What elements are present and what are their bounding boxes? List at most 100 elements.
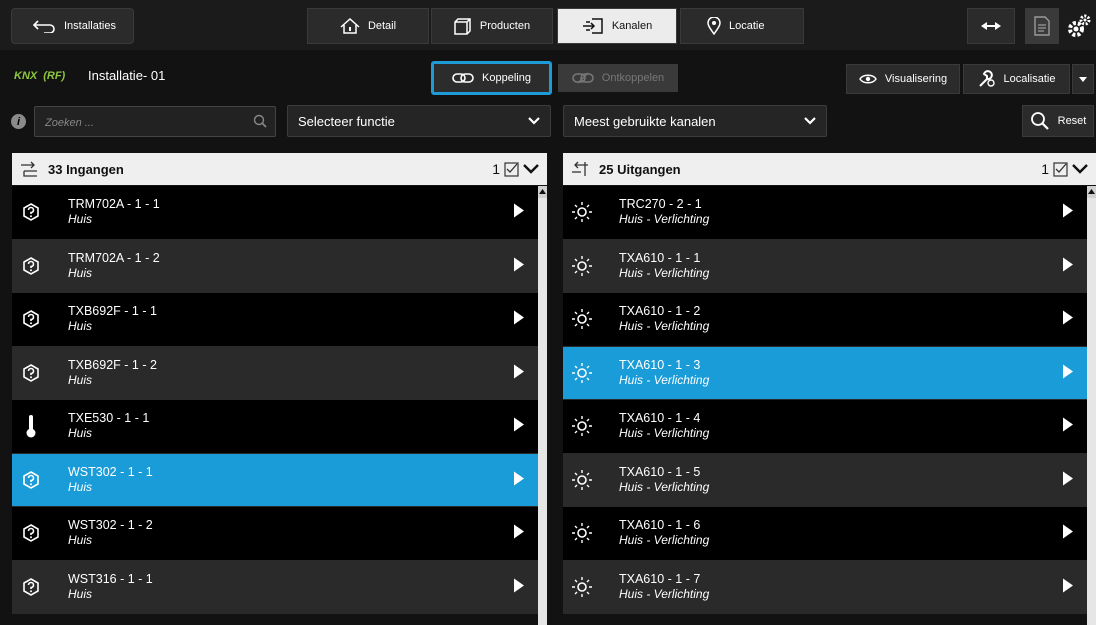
output-channel-row[interactable]: TRC270 - 2 - 1 Huis - Verlichting: [563, 186, 1087, 240]
tab-kanalen[interactable]: Kanalen: [557, 8, 677, 44]
input-channel-row[interactable]: WST302 - 1 - 2 Huis: [12, 507, 538, 561]
row-subtitle: Huis - Verlichting: [619, 533, 710, 548]
search-input[interactable]: [43, 113, 247, 133]
input-arrow-icon: [20, 161, 38, 177]
inputs-select-count: 1: [492, 161, 500, 177]
question-icon: [12, 577, 50, 596]
search-icon: [253, 114, 267, 128]
expand-arrow-icon[interactable]: [1063, 578, 1073, 595]
functie-select[interactable]: Selecteer functie: [287, 105, 551, 137]
row-title: TXA610 - 1 - 5: [619, 464, 701, 479]
location-pin-icon: [707, 17, 721, 35]
scroll-up-arrow[interactable]: [538, 186, 547, 198]
document-button[interactable]: [1025, 8, 1059, 44]
search-field[interactable]: [34, 106, 276, 137]
back-label: Installaties: [64, 20, 116, 32]
expand-arrow-icon[interactable]: [514, 203, 524, 221]
row-subtitle: Huis: [68, 479, 93, 494]
sync-button[interactable]: [967, 8, 1015, 44]
expand-arrow-icon[interactable]: [514, 310, 524, 328]
expand-arrow-icon[interactable]: [1063, 310, 1073, 328]
tab-locatie[interactable]: Locatie: [680, 8, 804, 44]
row-subtitle: Huis - Verlichting: [619, 265, 710, 280]
row-title: TRC270 - 2 - 1: [619, 197, 702, 212]
output-channel-row[interactable]: TXA610 - 1 - 1 Huis - Verlichting: [563, 239, 1087, 293]
row-text: TRM702A - 1 - 1 Huis: [68, 197, 160, 227]
expand-arrow-icon[interactable]: [1063, 364, 1073, 381]
expand-arrow-icon[interactable]: [514, 364, 524, 381]
outputs-scrollbar[interactable]: [1087, 186, 1096, 625]
ontkoppelen-button[interactable]: Ontkoppelen: [558, 64, 678, 92]
expand-arrow-icon[interactable]: [1063, 257, 1073, 274]
row-title: TXA610 - 1 - 3: [619, 357, 701, 372]
row-text: TRM702A - 1 - 2 Huis: [68, 251, 160, 281]
row-title: TXA610 - 1 - 2: [619, 304, 701, 319]
koppeling-button[interactable]: Koppeling: [431, 61, 552, 95]
installation-name: Installatie- 01: [88, 68, 166, 83]
row-title: TXA610 - 1 - 1: [619, 250, 701, 265]
outputs-select-control[interactable]: 1: [1041, 161, 1088, 177]
light-icon: [563, 362, 601, 384]
input-channel-row[interactable]: TXB692F - 1 - 1 Huis: [12, 293, 538, 347]
expand-arrow-icon[interactable]: [514, 257, 524, 274]
caret-down-icon: [1079, 76, 1087, 82]
row-text: TXA610 - 1 - 7 Huis - Verlichting: [619, 572, 709, 602]
tab-detail[interactable]: Detail: [307, 8, 429, 44]
chevron-down-icon: [804, 117, 816, 125]
output-channel-row[interactable]: TXA610 - 1 - 3 Huis - Verlichting: [563, 346, 1087, 400]
box-icon: [454, 17, 472, 35]
row-title: WST302 - 1 - 2: [68, 518, 153, 533]
localisatie-dropdown-button[interactable]: [1072, 64, 1094, 94]
output-channel-row[interactable]: TXA610 - 1 - 6 Huis - Verlichting: [563, 507, 1087, 561]
localisatie-button[interactable]: Localisatie: [963, 64, 1070, 94]
kanalen-filter-select[interactable]: Meest gebruikte kanalen: [563, 105, 827, 137]
back-to-installaties-button[interactable]: Installaties: [11, 8, 134, 44]
tab-producten-label: Producten: [479, 20, 531, 32]
expand-arrow-icon[interactable]: [1063, 524, 1073, 542]
expand-arrow-icon[interactable]: [514, 417, 524, 435]
row-subtitle: Huis - Verlichting: [619, 586, 710, 601]
output-channel-row[interactable]: TXA610 - 1 - 7 Huis - Verlichting: [563, 560, 1087, 614]
inputs-panel-header: 33 Ingangen 1: [12, 153, 547, 185]
output-arrow-icon: [571, 161, 589, 177]
settings-gears-icon[interactable]: [1066, 12, 1092, 40]
eye-icon: [859, 73, 877, 85]
row-text: WST302 - 1 - 2 Huis: [68, 518, 153, 548]
expand-arrow-icon[interactable]: [1063, 471, 1073, 488]
inputs-list: TRM702A - 1 - 1 Huis TRM702A - 1 - 2 Huis TX…: [12, 186, 538, 625]
scroll-up-arrow[interactable]: [1087, 186, 1096, 198]
expand-arrow-icon[interactable]: [514, 471, 524, 488]
localisatie-label: Localisatie: [1003, 73, 1056, 85]
input-channel-row[interactable]: TXB692F - 1 - 2 Huis: [12, 346, 538, 400]
row-subtitle: Huis: [68, 533, 93, 548]
output-channel-row[interactable]: TXA610 - 1 - 4 Huis - Verlichting: [563, 400, 1087, 454]
row-text: TXA610 - 1 - 1 Huis - Verlichting: [619, 251, 709, 281]
inputs-scrollbar[interactable]: [538, 186, 547, 625]
input-channel-row[interactable]: WST316 - 1 - 1 Huis: [12, 560, 538, 614]
reset-label: Reset: [1057, 115, 1087, 127]
inputs-select-control[interactable]: 1: [492, 161, 539, 177]
expand-arrow-icon[interactable]: [1063, 417, 1073, 435]
row-title: TXB692F - 1 - 2: [68, 357, 157, 372]
expand-arrow-icon[interactable]: [514, 578, 524, 595]
expand-arrow-icon[interactable]: [1063, 203, 1073, 221]
double-arrow-icon: [980, 21, 1002, 31]
row-text: TXA610 - 1 - 2 Huis - Verlichting: [619, 304, 709, 334]
input-channel-row[interactable]: TXE530 - 1 - 1 Huis: [12, 400, 538, 454]
row-title: WST316 - 1 - 1: [68, 571, 153, 586]
output-channel-row[interactable]: TXA610 - 1 - 2 Huis - Verlichting: [563, 293, 1087, 347]
info-icon[interactable]: i: [11, 114, 26, 129]
tab-producten[interactable]: Producten: [431, 8, 553, 44]
visualisering-button[interactable]: Visualisering: [846, 64, 960, 94]
expand-arrow-icon[interactable]: [514, 524, 524, 542]
output-channel-row[interactable]: TXA610 - 1 - 5 Huis - Verlichting: [563, 453, 1087, 507]
outputs-count: 25 Uitgangen: [599, 161, 681, 177]
search-icon: [1030, 111, 1050, 131]
back-arrow-icon: [32, 19, 56, 33]
input-channel-row[interactable]: TRM702A - 1 - 1 Huis: [12, 186, 538, 240]
reset-button[interactable]: Reset: [1022, 105, 1094, 137]
input-channel-row[interactable]: TRM702A - 1 - 2 Huis: [12, 239, 538, 293]
input-channel-row[interactable]: WST302 - 1 - 1 Huis: [12, 453, 538, 507]
inputs-count: 33 Ingangen: [48, 161, 124, 177]
visualisering-label: Visualisering: [884, 73, 948, 85]
